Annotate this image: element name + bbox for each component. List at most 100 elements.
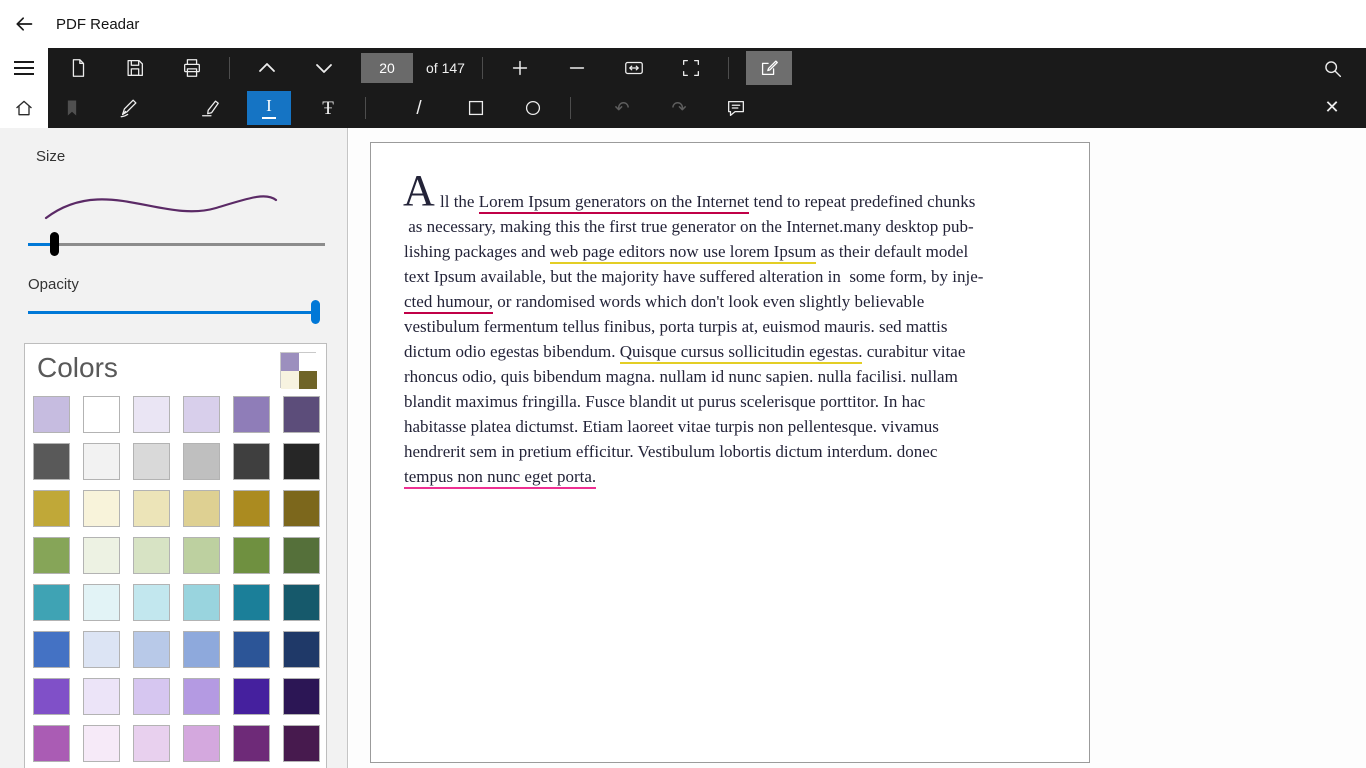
body-text: hendrerit sem in pretium efficitur. Vest… xyxy=(404,442,938,461)
color-swatch[interactable] xyxy=(83,537,120,574)
size-slider[interactable] xyxy=(28,232,325,256)
color-swatch[interactable] xyxy=(33,396,70,433)
comment-button[interactable] xyxy=(716,92,756,124)
main-toolbar: 20 of 147 xyxy=(0,48,1366,88)
color-swatch[interactable] xyxy=(83,584,120,621)
close-annotation-button[interactable]: ✕ xyxy=(1312,91,1352,123)
back-button[interactable] xyxy=(0,0,48,48)
color-swatch[interactable] xyxy=(183,396,220,433)
color-swatch[interactable] xyxy=(283,584,320,621)
annotate-button[interactable] xyxy=(745,51,792,85)
pen-tool-button[interactable] xyxy=(109,92,149,124)
ellipse-tool-button[interactable] xyxy=(513,92,553,124)
pdf-page[interactable]: A ll the Lorem Ipsum generators on the I… xyxy=(370,142,1090,763)
color-swatch[interactable] xyxy=(233,584,270,621)
color-swatch[interactable] xyxy=(133,631,170,668)
color-swatch[interactable] xyxy=(283,725,320,762)
zoom-in-button[interactable] xyxy=(500,52,540,84)
document-line: blandit maximus fringilla. Fusce blandit… xyxy=(404,389,1061,414)
rectangle-tool-button[interactable] xyxy=(456,92,496,124)
color-swatch[interactable] xyxy=(33,725,70,762)
color-swatch[interactable] xyxy=(133,490,170,527)
color-swatch[interactable] xyxy=(133,396,170,433)
highlighter-icon xyxy=(199,97,221,119)
previous-page-button[interactable] xyxy=(247,52,287,84)
opacity-slider[interactable] xyxy=(28,300,320,324)
print-button[interactable] xyxy=(172,52,212,84)
color-swatch[interactable] xyxy=(283,678,320,715)
color-swatch[interactable] xyxy=(33,631,70,668)
page-number-input[interactable]: 20 xyxy=(361,53,413,83)
fit-page-button[interactable] xyxy=(671,52,711,84)
document-line: tempus non nunc eget porta. xyxy=(404,464,1061,489)
color-swatch[interactable] xyxy=(233,443,270,480)
color-swatch[interactable] xyxy=(183,490,220,527)
size-slider-thumb[interactable] xyxy=(50,232,59,256)
opacity-slider-thumb[interactable] xyxy=(311,300,320,324)
color-swatch[interactable] xyxy=(183,443,220,480)
body-text: tend to repeat predefined chunks xyxy=(749,192,976,211)
bookmark-button[interactable] xyxy=(52,92,92,124)
color-swatch[interactable] xyxy=(83,631,120,668)
comment-icon xyxy=(725,97,747,119)
color-swatch[interactable] xyxy=(283,490,320,527)
text-underline-icon: I xyxy=(262,97,276,119)
colors-title: Colors xyxy=(37,352,118,383)
color-swatch[interactable] xyxy=(133,443,170,480)
color-swatch[interactable] xyxy=(33,537,70,574)
strikethrough-tool-button[interactable]: Ŧ xyxy=(308,92,348,124)
stroke-preview-path xyxy=(44,195,278,220)
color-swatch[interactable] xyxy=(133,584,170,621)
color-swatch-grid xyxy=(25,388,326,768)
color-swatch[interactable] xyxy=(283,631,320,668)
color-swatch[interactable] xyxy=(233,396,270,433)
color-swatch[interactable] xyxy=(233,490,270,527)
next-page-button[interactable] xyxy=(304,52,344,84)
color-swatch[interactable] xyxy=(133,678,170,715)
search-button[interactable] xyxy=(1312,52,1352,84)
color-swatch[interactable] xyxy=(133,537,170,574)
color-swatch[interactable] xyxy=(183,631,220,668)
color-swatch[interactable] xyxy=(33,584,70,621)
save-button[interactable] xyxy=(115,52,155,84)
color-swatch[interactable] xyxy=(83,490,120,527)
color-swatch[interactable] xyxy=(183,584,220,621)
color-swatch[interactable] xyxy=(33,490,70,527)
color-swatch[interactable] xyxy=(83,443,120,480)
color-swatch[interactable] xyxy=(233,537,270,574)
line-tool-button[interactable]: / xyxy=(399,92,439,124)
redo-button[interactable]: ↷ xyxy=(659,92,699,124)
size-slider-track[interactable] xyxy=(28,243,325,246)
custom-color-checker-icon[interactable] xyxy=(280,352,317,389)
undo-button[interactable]: ↶ xyxy=(602,92,642,124)
color-swatch[interactable] xyxy=(283,443,320,480)
color-swatch[interactable] xyxy=(83,725,120,762)
color-swatch[interactable] xyxy=(183,725,220,762)
body-text: ll the xyxy=(440,192,479,211)
pages-view-button[interactable] xyxy=(58,52,98,84)
color-swatch[interactable] xyxy=(133,725,170,762)
zoom-out-button[interactable] xyxy=(557,52,597,84)
menu-button[interactable] xyxy=(0,48,48,88)
text-tool-button[interactable]: I xyxy=(247,91,291,125)
page-count-label: of 147 xyxy=(426,60,465,76)
color-swatch[interactable] xyxy=(183,537,220,574)
chevron-up-icon xyxy=(255,56,279,80)
highlighter-tool-button[interactable] xyxy=(190,92,230,124)
toolbar-separator xyxy=(365,97,366,119)
color-swatch[interactable] xyxy=(283,396,320,433)
home-button[interactable] xyxy=(0,88,48,128)
color-swatch[interactable] xyxy=(233,678,270,715)
color-swatch[interactable] xyxy=(33,443,70,480)
color-swatch[interactable] xyxy=(233,631,270,668)
color-swatch[interactable] xyxy=(33,678,70,715)
color-swatch[interactable] xyxy=(83,678,120,715)
color-swatch[interactable] xyxy=(283,537,320,574)
color-swatch[interactable] xyxy=(83,396,120,433)
color-swatch[interactable] xyxy=(183,678,220,715)
toolbar-separator xyxy=(570,97,571,119)
fit-width-button[interactable] xyxy=(614,52,654,84)
color-swatch[interactable] xyxy=(233,725,270,762)
rectangle-icon xyxy=(465,97,487,119)
underlined-text: tempus non nunc eget porta. xyxy=(404,467,597,489)
